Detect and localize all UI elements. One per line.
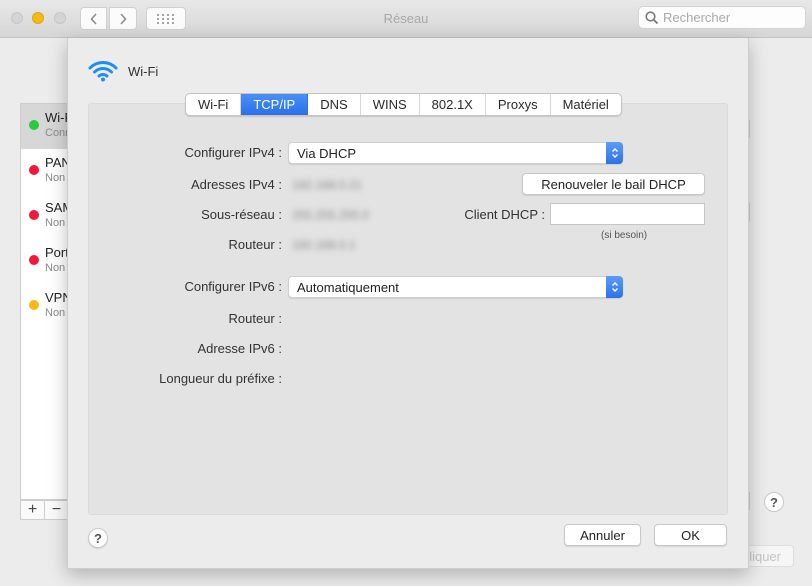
- advanced-settings-sheet: Wi-Fi Wi-Fi TCP/IP DNS WINS 802.1X Proxy…: [67, 38, 749, 569]
- updown-chevron-icon: [606, 142, 623, 164]
- status-dot-icon: [29, 120, 39, 130]
- configure-ipv6-select[interactable]: Automatiquement: [288, 276, 623, 298]
- subnet-label: Sous-réseau :: [201, 207, 282, 222]
- sheet-header: Wi-Fi: [88, 60, 158, 82]
- ipv6-router-label: Routeur :: [228, 311, 282, 326]
- search-placeholder: Rechercher: [663, 10, 731, 25]
- ipv4-address-value: 192.168.0.21: [292, 178, 363, 192]
- ipv6-address-label: Adresse IPv6 :: [197, 341, 282, 356]
- configure-ipv4-select[interactable]: Via DHCP: [288, 142, 623, 164]
- background-help-button[interactable]: ?: [764, 492, 784, 512]
- dhcp-client-hint: (si besoin): [601, 230, 648, 241]
- ipv4-router-value: 192.168.0.1: [292, 238, 356, 252]
- tab-wifi[interactable]: Wi-Fi: [186, 94, 242, 115]
- status-dot-icon: [29, 210, 39, 220]
- settings-panel: [88, 103, 728, 515]
- status-dot-icon: [29, 300, 39, 310]
- tab-8021x[interactable]: 802.1X: [420, 94, 486, 115]
- ipv4-router-label: Routeur :: [228, 237, 282, 252]
- configure-ipv6-label: Configurer IPv6 :: [184, 279, 282, 294]
- ok-button[interactable]: OK: [654, 524, 727, 546]
- status-dot-icon: [29, 165, 39, 175]
- add-service-button[interactable]: +: [21, 501, 45, 519]
- tab-bar: Wi-Fi TCP/IP DNS WINS 802.1X Proxys Maté…: [185, 93, 622, 116]
- cancel-button[interactable]: Annuler: [564, 524, 641, 546]
- prefix-length-label: Longueur du préfixe :: [159, 371, 282, 386]
- search-input[interactable]: Rechercher: [638, 6, 806, 29]
- configure-ipv4-label: Configurer IPv4 :: [184, 145, 282, 160]
- renew-dhcp-lease-button[interactable]: Renouveler le bail DHCP: [522, 173, 705, 195]
- dhcp-client-label: Client DHCP :: [464, 207, 545, 222]
- wifi-icon: [88, 61, 118, 82]
- tab-tcpip[interactable]: TCP/IP: [241, 94, 309, 115]
- remove-service-button[interactable]: −: [45, 501, 69, 519]
- tab-dns[interactable]: DNS: [308, 94, 361, 115]
- interface-name: Wi-Fi: [128, 63, 159, 79]
- title-bar: Réseau Rechercher: [0, 0, 812, 38]
- configure-ipv4-value: Via DHCP: [297, 145, 357, 161]
- ipv4-address-label: Adresses IPv4 :: [190, 177, 282, 192]
- search-icon: [645, 10, 659, 24]
- service-list-controls: + −: [20, 500, 70, 520]
- dhcp-client-input[interactable]: [550, 203, 705, 225]
- updown-chevron-icon: [606, 276, 623, 298]
- tab-materiel[interactable]: Matériel: [551, 94, 621, 115]
- status-dot-icon: [29, 255, 39, 265]
- help-button[interactable]: ?: [88, 528, 108, 548]
- tab-proxys[interactable]: Proxys: [486, 94, 551, 115]
- tab-wins[interactable]: WINS: [361, 94, 420, 115]
- configure-ipv6-value: Automatiquement: [297, 279, 399, 295]
